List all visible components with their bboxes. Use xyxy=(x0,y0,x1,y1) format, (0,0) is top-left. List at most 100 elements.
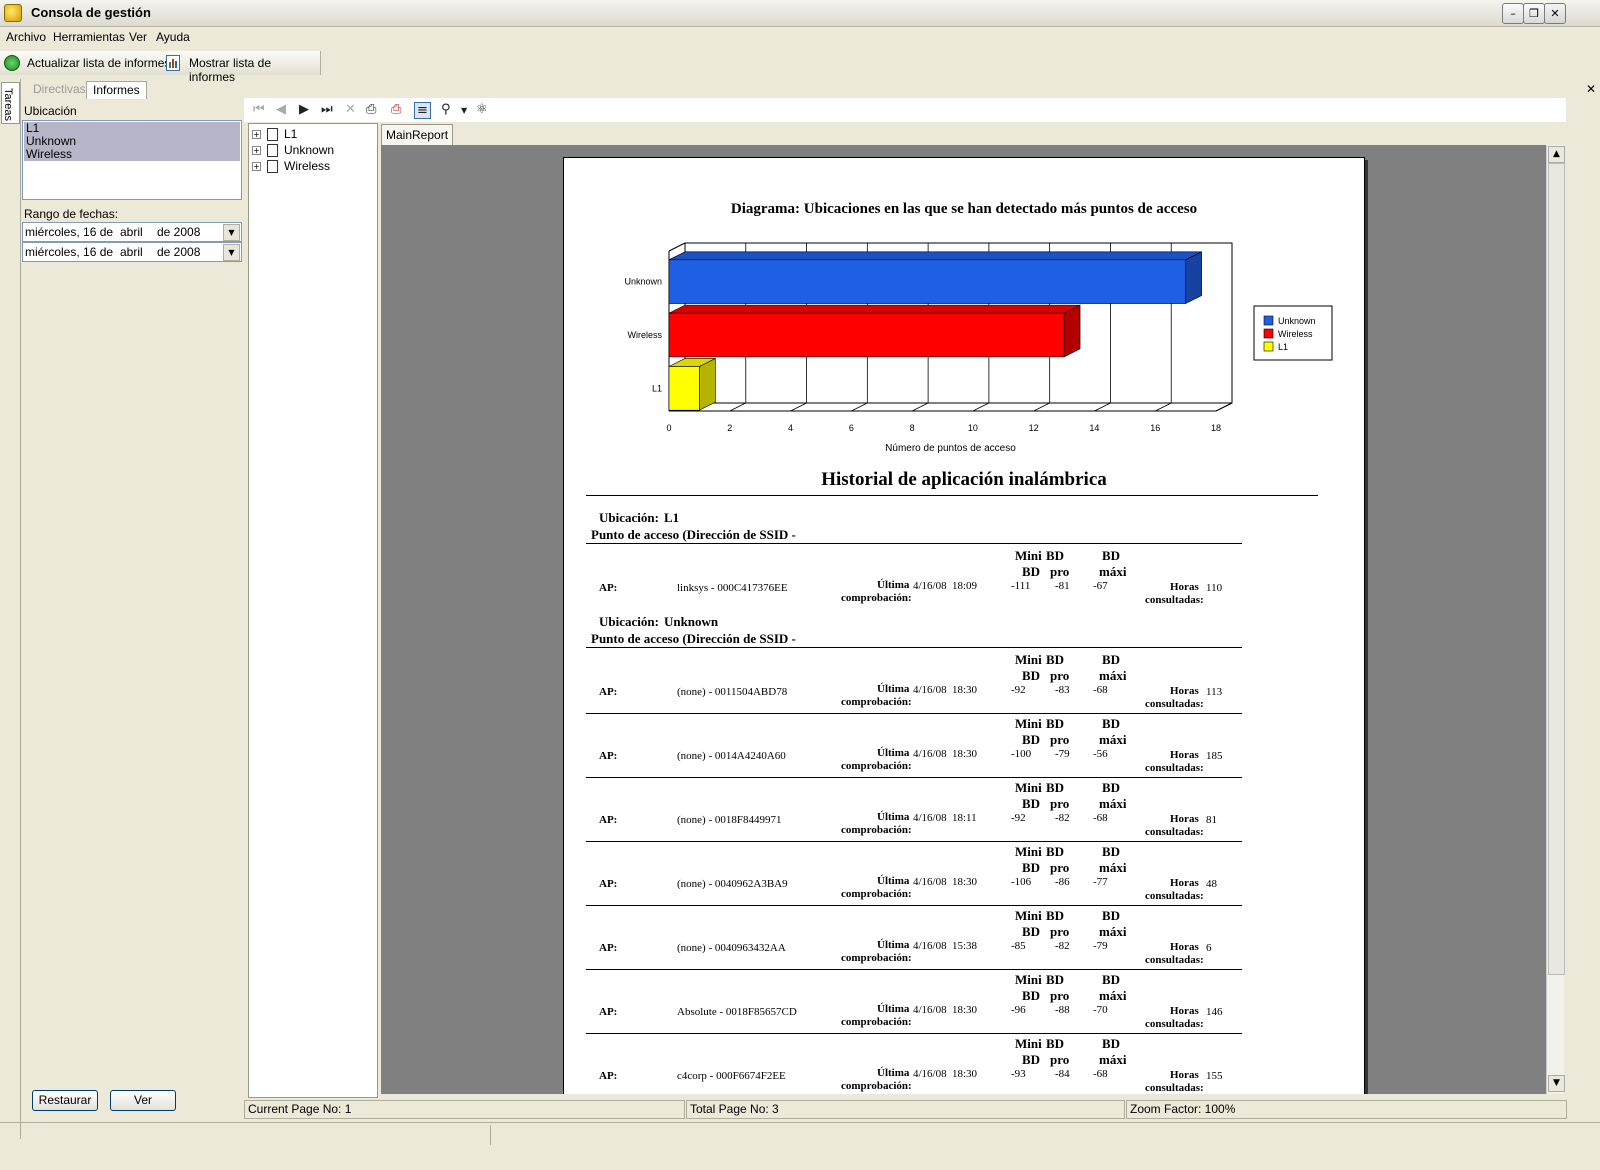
print-icon[interactable]: ⎙ xyxy=(366,102,376,117)
status-bar: Current Page No: 1 Total Page No: 3 Zoom… xyxy=(244,1100,1567,1119)
zoom-icon[interactable]: ⚲ xyxy=(441,102,451,117)
menu-herramientas[interactable]: Herramientas xyxy=(53,30,125,44)
legend-label: Unknown xyxy=(1278,316,1316,326)
date-to-picker[interactable]: miércoles, 16 de abril de 2008 ▼ xyxy=(22,242,242,262)
last-check-label: Última xyxy=(877,811,910,823)
chevron-down-icon[interactable]: ▼ xyxy=(223,224,240,241)
zoom-dropdown-icon[interactable]: ▼ xyxy=(461,106,467,115)
close-button[interactable]: ✕ xyxy=(1544,3,1566,24)
ap-label: AP: xyxy=(599,582,618,594)
last-check-label: Última xyxy=(877,1067,910,1079)
tab-tareas[interactable]: Tareas xyxy=(1,82,20,124)
refresh-icon[interactable] xyxy=(4,55,20,71)
tab-directivas[interactable]: Directivas xyxy=(27,81,92,98)
status-divider xyxy=(490,1125,491,1145)
title-bar: Consola de gestión – ❐ ✕ xyxy=(0,0,1600,27)
x-tick-label: 10 xyxy=(968,423,978,433)
export-icon[interactable]: ⎙ xyxy=(391,102,401,117)
max-header: BD xyxy=(1102,716,1121,731)
location-listbox[interactable]: L1 Unknown Wireless xyxy=(22,120,242,200)
expand-icon[interactable]: + xyxy=(252,162,261,172)
tab-informes[interactable]: Informes xyxy=(86,81,147,99)
location-heading: Ubicación: L1 xyxy=(599,510,679,526)
expand-icon[interactable]: + xyxy=(252,130,261,140)
avg-header: BD xyxy=(1046,780,1065,795)
next-page-icon[interactable]: ▶ xyxy=(299,102,309,117)
menu-bar: Archivo Herramientas Ver Ayuda xyxy=(0,27,1600,47)
y-tick-label: L1 xyxy=(652,383,662,393)
min-header: BD xyxy=(1022,860,1041,875)
x-tick-label: 16 xyxy=(1150,423,1160,433)
x-tick-label: 6 xyxy=(849,423,854,433)
expand-icon[interactable]: + xyxy=(252,146,261,156)
min-value: -92 xyxy=(1011,684,1026,696)
avg-value: -82 xyxy=(1055,940,1070,952)
date-weekday: miércoles, 16 de xyxy=(25,225,114,239)
tree-node[interactable]: + Wireless xyxy=(252,158,330,174)
last-check-label: Última xyxy=(877,579,910,591)
search-icon[interactable]: ⚛ xyxy=(476,102,488,117)
report-list-icon[interactable] xyxy=(166,55,180,71)
max-header: BD xyxy=(1102,1036,1121,1051)
scroll-up-icon[interactable]: ▲ xyxy=(1548,146,1565,163)
min-header: Mini xyxy=(1015,972,1042,987)
date-range-label: Rango de fechas: xyxy=(24,207,119,221)
minimize-button[interactable]: – xyxy=(1502,3,1524,24)
menu-ayuda[interactable]: Ayuda xyxy=(156,30,190,44)
bar-side xyxy=(1063,304,1081,358)
avg-header: pro xyxy=(1050,860,1070,875)
min-header: BD xyxy=(1022,668,1041,683)
first-page-icon[interactable]: ⏮ xyxy=(253,102,265,117)
min-header: BD xyxy=(1022,796,1041,811)
ver-button[interactable]: Ver xyxy=(110,1090,176,1111)
previous-page-icon[interactable]: ◀ xyxy=(276,102,286,117)
hours-value: 113 xyxy=(1206,686,1223,698)
scroll-thumb[interactable] xyxy=(1548,163,1565,975)
tree-node-label: L1 xyxy=(284,127,298,141)
menu-archivo[interactable]: Archivo xyxy=(6,30,46,44)
location-item[interactable]: Wireless xyxy=(26,148,72,161)
restaurar-button[interactable]: Restaurar xyxy=(32,1090,98,1111)
max-value: -68 xyxy=(1093,812,1108,824)
stop-icon[interactable]: ✕ xyxy=(345,102,356,117)
date-from-picker[interactable]: miércoles, 16 de abril de 2008 ▼ xyxy=(22,222,242,242)
ap-value: (none) - 0018F8449971 xyxy=(677,814,782,826)
tab-mainreport[interactable]: MainReport xyxy=(381,124,454,145)
last-check-label: Última xyxy=(877,1003,910,1015)
last-page-icon[interactable]: ⏭ xyxy=(321,102,333,117)
refresh-reports-button[interactable]: Actualizar lista de informes xyxy=(27,56,170,70)
min-value: -93 xyxy=(1011,1068,1026,1080)
x-tick-label: 8 xyxy=(910,423,915,433)
max-header: máxi xyxy=(1099,732,1127,747)
min-header: Mini xyxy=(1015,844,1042,859)
show-reports-button[interactable]: Mostrar lista de informes xyxy=(189,56,320,84)
access-point-heading: Punto de acceso (Dirección de SSID - xyxy=(591,527,796,542)
date-month: abril xyxy=(120,245,143,259)
x-axis-label: Número de puntos de acceso xyxy=(885,443,1016,454)
max-value: -56 xyxy=(1093,748,1108,760)
window-status-bar xyxy=(0,1122,1600,1149)
max-value: -67 xyxy=(1093,580,1108,592)
restore-button[interactable]: ❐ xyxy=(1523,3,1545,24)
hours-label: consultadas: xyxy=(1145,826,1204,838)
access-point-heading: Punto de acceso (Dirección de SSID - xyxy=(591,631,796,646)
table-row: Mini BD BD pro BD máxi AP: (none) - 0014A4240A6… xyxy=(564,714,1364,778)
last-check-date: 4/16/08 xyxy=(913,876,947,888)
last-check-label: Última xyxy=(877,939,910,951)
close-panel-icon[interactable]: ✕ xyxy=(1586,82,1596,96)
hours-label: consultadas: xyxy=(1145,762,1204,774)
tree-node[interactable]: + L1 xyxy=(252,126,297,142)
location-heading: Ubicación: Unknown xyxy=(599,614,718,630)
location-label: Ubicación xyxy=(24,104,77,118)
chevron-down-icon[interactable]: ▼ xyxy=(223,244,240,261)
table-row: Mini BD BD pro BD máxi AP: Absolute - 0018F8565… xyxy=(564,970,1364,1034)
group-tree-icon[interactable]: ≡ xyxy=(414,102,431,119)
ap-label: AP: xyxy=(599,1070,618,1082)
scroll-down-icon[interactable]: ▼ xyxy=(1548,1075,1565,1092)
tree-node[interactable]: + Unknown xyxy=(252,142,334,158)
hours-label: consultadas: xyxy=(1145,1018,1204,1030)
max-value: -68 xyxy=(1093,1068,1108,1080)
vertical-scrollbar[interactable]: ▲ ▼ xyxy=(1546,145,1565,1094)
menu-ver[interactable]: Ver xyxy=(129,30,147,44)
avg-value: -83 xyxy=(1055,684,1070,696)
